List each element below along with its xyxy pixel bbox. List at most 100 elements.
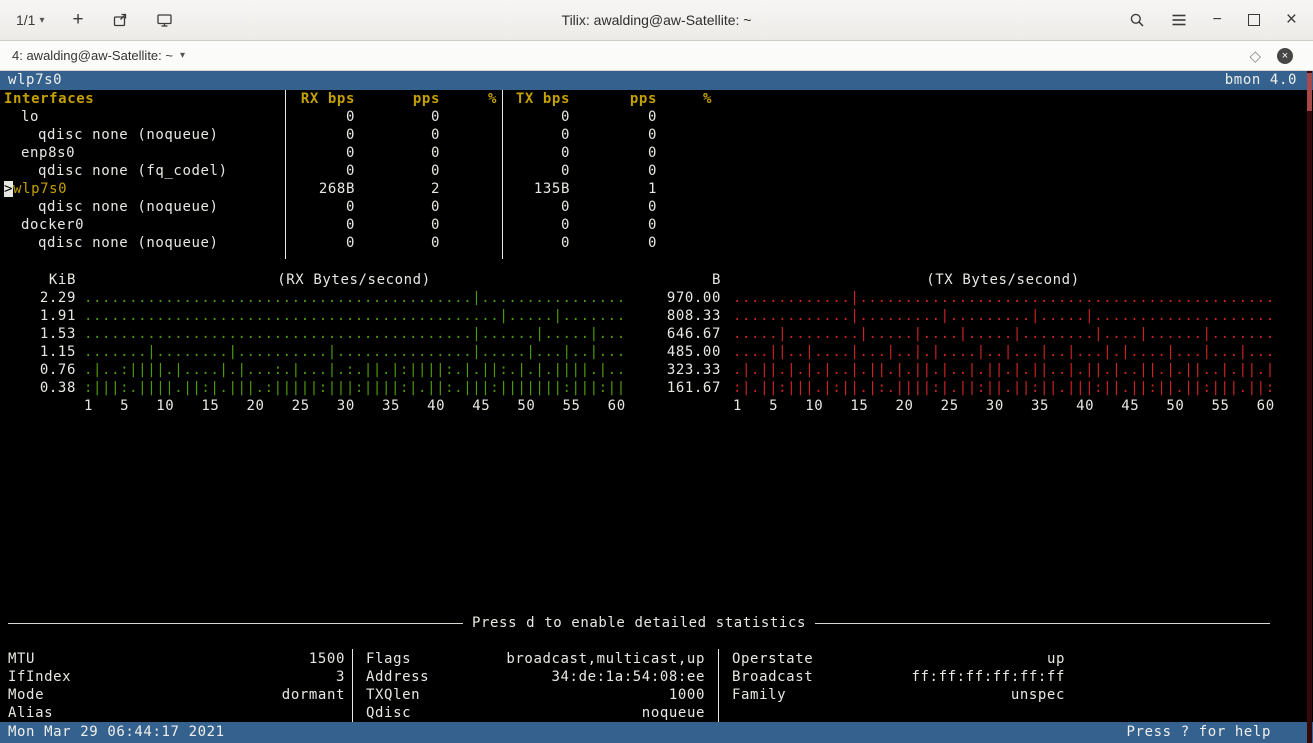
scrollbar[interactable]	[1307, 71, 1312, 743]
details-panel: MTU1500Flagsbroadcast,multicast,upOperst…	[0, 650, 1313, 722]
interface-row: enp8s00000	[0, 144, 1313, 162]
terminal-tabbar: 4: awalding@aw-Satellite: ~ ▾ ◇ ×	[0, 41, 1313, 71]
graph-y-label: 970.00	[645, 289, 721, 307]
interface-row: docker00000	[0, 216, 1313, 234]
graph-line: .|.||.|.|.|..|.||.|.||.|..|.||.|.||..|.|…	[733, 361, 1275, 379]
interface-name: qdisc none (fq_codel)	[38, 162, 228, 180]
session-switcher[interactable]: 1/1 ▾	[16, 12, 45, 28]
table-divider	[285, 90, 286, 259]
graph-title: (TX Bytes/second)	[733, 271, 1273, 289]
column-header-rx-pps: pps	[413, 90, 440, 108]
detail-label: Alias	[8, 704, 53, 722]
chevron-down-icon: ▾	[180, 50, 185, 61]
maximize-button[interactable]	[1248, 14, 1260, 26]
interface-name-text: qdisc none (noqueue)	[38, 127, 219, 143]
graph-y-label: 485.00	[645, 343, 721, 361]
graph-y-label: 161.67	[645, 379, 721, 397]
interface-row: >wlp7s0268B2135B1	[0, 180, 1313, 198]
graph-y-label: 646.67	[645, 325, 721, 343]
hamburger-menu-icon	[1171, 13, 1187, 27]
graph-unit-label: B	[645, 271, 721, 289]
interface-name-text: qdisc none (noqueue)	[38, 235, 219, 251]
notice-row: Press d to enable detailed statistics	[8, 614, 1270, 632]
detail-label: Address	[366, 668, 429, 686]
detail-value: 1000	[669, 686, 705, 704]
graph-row: 808.33.............|.........|.........|…	[0, 307, 1313, 325]
detail-value: broadcast,multicast,up	[506, 650, 705, 668]
cell-rx-pps: 0	[431, 144, 440, 162]
detail-value: ff:ff:ff:ff:ff:ff	[912, 668, 1066, 686]
cell-tx-pps: 1	[648, 180, 657, 198]
detail-label: Mode	[8, 686, 44, 704]
detail-label: Family	[732, 686, 786, 704]
detail-label: Operstate	[732, 650, 813, 668]
cell-tx-bps: 0	[561, 234, 570, 252]
cell-tx-bps: 135B	[534, 180, 570, 198]
titlebar: 1/1 ▾ + Tilix: awalding@aw-Satellite: ~	[0, 0, 1313, 41]
close-terminal-button[interactable]: ×	[1277, 48, 1293, 64]
notice-divider	[815, 623, 1270, 624]
scrollbar-thumb[interactable]	[1307, 73, 1312, 111]
detail-value: 3	[336, 668, 345, 686]
close-button[interactable]: ×	[1286, 9, 1297, 31]
column-header-interfaces: Interfaces	[4, 90, 94, 108]
graph-row: 970.00.............|....................…	[0, 289, 1313, 307]
iface-table-header: Interfaces RX bps pps % TX bps pps %	[0, 90, 1313, 108]
details-row: AliasQdiscnoqueue	[0, 704, 1313, 722]
detail-value: 1500	[309, 650, 345, 668]
interface-name-text: docker0	[21, 217, 84, 233]
graph-row: 646.67.....|........|.....|....|.....|..…	[0, 325, 1313, 343]
cell-tx-pps: 0	[648, 198, 657, 216]
graph-title-row: B (TX Bytes/second)	[0, 271, 1313, 289]
detail-value: unspec	[1011, 686, 1065, 704]
cell-rx-pps: 0	[431, 108, 440, 126]
cell-tx-pps: 0	[648, 216, 657, 234]
cell-tx-pps: 0	[648, 126, 657, 144]
terminal-tab[interactable]: 4: awalding@aw-Satellite: ~ ▾	[12, 48, 185, 63]
detail-value: dormant	[282, 686, 345, 704]
cell-rx-bps: 0	[346, 162, 355, 180]
tab-controls: ◇ ×	[1249, 47, 1301, 65]
search-button[interactable]	[1129, 12, 1145, 28]
graph-row: 161.67:|.||:|||.|:||.|:.||||:|.||:||.||:…	[0, 379, 1313, 397]
details-row: IfIndex3Address34:de:1a:54:08:eeBroadcas…	[0, 668, 1313, 686]
chevron-down-icon: ▾	[39, 15, 44, 26]
interface-name: enp8s0	[21, 144, 75, 162]
notice-divider	[8, 623, 463, 624]
titlebar-right-controls: − ×	[1129, 9, 1313, 31]
column-header-rx-bps: RX bps	[301, 90, 355, 108]
details-divider	[718, 649, 719, 722]
terminal-screen[interactable]: wlp7s0 bmon 4.0 Interfaces RX bps pps % …	[0, 71, 1313, 743]
cell-tx-bps: 0	[561, 108, 570, 126]
column-header-tx-bps: TX bps	[516, 90, 570, 108]
detail-label: IfIndex	[8, 668, 71, 686]
help-hint: Press ? for help	[1127, 722, 1271, 743]
titlebar-left-controls: 1/1 ▾ +	[0, 12, 173, 28]
diamond-status-icon[interactable]: ◇	[1249, 47, 1261, 65]
clock: Mon Mar 29 06:44:17 2021	[8, 722, 225, 743]
interface-name: qdisc none (noqueue)	[38, 234, 219, 252]
session-indicator: 1/1	[16, 12, 35, 28]
details-row: MTU1500Flagsbroadcast,multicast,upOperst…	[0, 650, 1313, 668]
bmon-statusbar: Mon Mar 29 06:44:17 2021 Press ? for hel…	[0, 722, 1313, 743]
qdisc-row: qdisc none (noqueue)0000	[0, 234, 1313, 252]
cell-rx-bps: 0	[346, 216, 355, 234]
interface-name-text: qdisc none (noqueue)	[38, 199, 219, 215]
cell-tx-pps: 0	[648, 234, 657, 252]
cell-tx-bps: 0	[561, 162, 570, 180]
iface-table-rows: lo0000qdisc none (noqueue)0000enp8s00000…	[0, 108, 1313, 252]
cell-tx-bps: 0	[561, 144, 570, 162]
interface-name-text: enp8s0	[21, 145, 75, 161]
details-divider	[352, 649, 353, 722]
menu-button[interactable]	[1171, 13, 1187, 27]
column-header-tx-pps: pps	[630, 90, 657, 108]
interface-name: >wlp7s0	[4, 180, 67, 198]
cell-rx-pps: 0	[431, 198, 440, 216]
minimize-button[interactable]: −	[1213, 11, 1222, 29]
new-session-button[interactable]: +	[73, 12, 84, 28]
display-button[interactable]	[156, 12, 173, 28]
cell-rx-bps: 0	[346, 126, 355, 144]
new-window-button[interactable]	[112, 12, 128, 28]
details-row: ModedormantTXQlen1000Familyunspec	[0, 686, 1313, 704]
graph-row: 485.00....||..|....|...|..|.|....|..|...…	[0, 343, 1313, 361]
